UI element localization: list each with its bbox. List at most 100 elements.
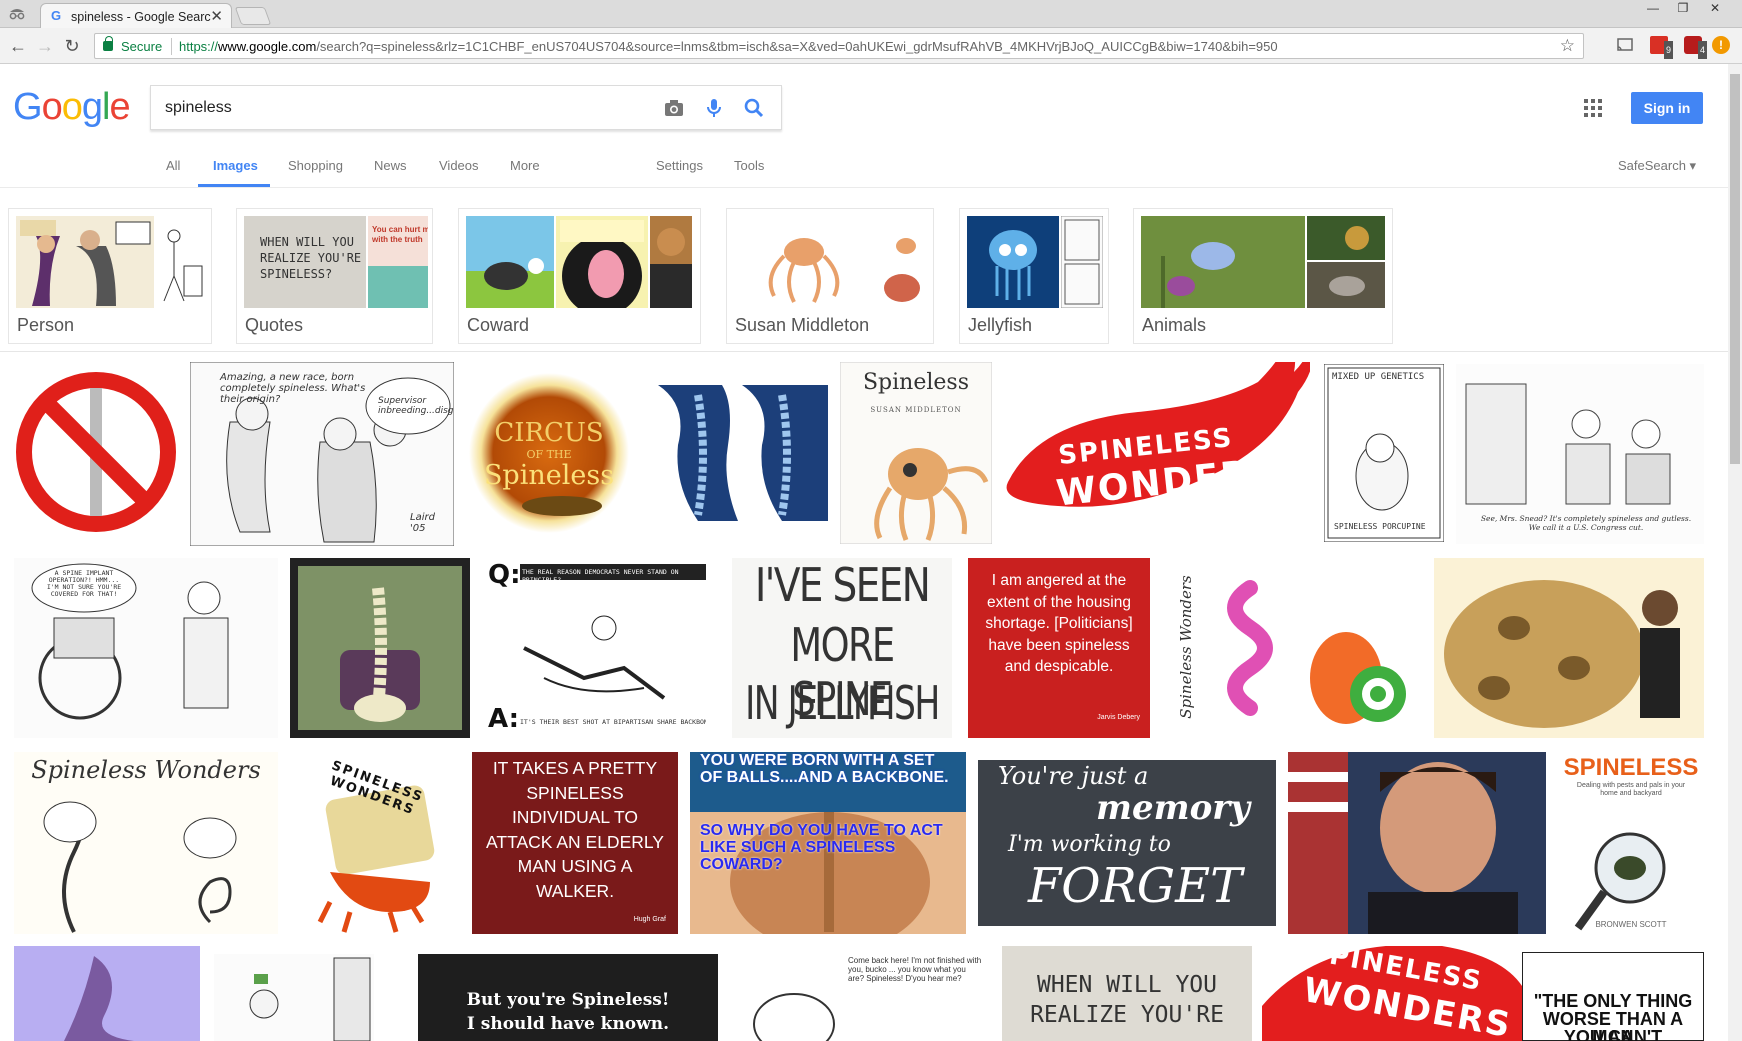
result-image-qa-cartoon[interactable]: Q: THE REAL REASON DEMOCRATS NEVER STAND… <box>484 558 710 738</box>
camera-icon[interactable] <box>663 97 685 119</box>
result-image-attack-elderly-quote[interactable]: IT TAKES A PRETTY SPINELESS INDIVIDUAL T… <box>472 752 678 934</box>
chip-label: Animals <box>1142 315 1207 335</box>
url-text[interactable]: https://www.google.com/search?q=spineles… <box>179 39 1549 54</box>
browser-tab-bar: G spineless - Google Search ✕ — ❐ ✕ <box>0 0 1742 29</box>
scrollbar-thumb[interactable] <box>1730 74 1740 464</box>
tab-news[interactable]: News <box>374 158 407 173</box>
extension-shield-icon[interactable]: 4 <box>1684 36 1707 59</box>
result-image-circus-of-the-spineless[interactable]: CIRCUS OF THE Spineless <box>466 370 632 536</box>
bronwen-subtitle: Dealing with pests and pals in your home… <box>1576 782 1686 797</box>
bronwen-author: BRONWEN SCOTT <box>1595 920 1667 929</box>
related-chip-quotes[interactable]: WHEN WILL YOU REALIZE YOU'RE SPINELESS? Yo… <box>236 208 433 344</box>
result-image-only-thing-worse[interactable]: "THE ONLY THING WORSE THAN A MAN YOU CAN… <box>1522 952 1704 1041</box>
url-path: /search?q=spineless&rlz=1C1CHBF_enUS704U… <box>316 39 1278 54</box>
browser-tab[interactable]: G spineless - Google Search ✕ <box>40 3 232 29</box>
chip-thumbnail: You can hurt mewith the truth <box>368 216 428 308</box>
chip-label: Person <box>17 315 75 335</box>
chip-label: Coward <box>467 315 530 335</box>
chip-thumbnail <box>466 216 554 308</box>
close-window-button[interactable]: ✕ <box>1700 0 1730 18</box>
related-chip-susan-middleton[interactable]: Susan Middleton <box>726 208 934 344</box>
search-input[interactable] <box>165 97 645 119</box>
result-image-spineless-wonders-slug[interactable]: SPINELESS WONDERS <box>1004 362 1310 544</box>
result-image-spineless-wonders-hermit-crab[interactable]: SPINELESS WONDERS <box>290 752 460 934</box>
result-image-spineless-bronwen-scott[interactable]: SPINELESS Dealing with pests and pals in… <box>1558 752 1704 934</box>
tab-settings[interactable]: Settings <box>656 158 703 173</box>
book-author: SUSAN MIDDLETON <box>870 406 962 414</box>
warning-icon[interactable]: ! <box>1712 36 1730 54</box>
result-image-mixed-up-genetics[interactable]: MIXED UP GENETICS SPINELESS PORCUPINE <box>1324 364 1444 542</box>
bookmark-star-icon[interactable]: ☆ <box>1560 36 1575 56</box>
tab-videos[interactable]: Videos <box>439 158 479 173</box>
related-chip-coward[interactable]: Coward <box>458 208 701 344</box>
chip-thumbnail <box>967 216 1059 308</box>
sign-in-button[interactable]: Sign in <box>1631 92 1703 124</box>
address-bar[interactable]: Secure https://www.google.com/search?q=s… <box>94 33 1584 59</box>
tab-shopping[interactable]: Shopping <box>288 158 343 173</box>
elderly-quote-author: Hugh Graf <box>633 916 666 923</box>
url-host: www.google.com <box>218 39 317 54</box>
worm-title: Spineless Wonders <box>31 756 261 784</box>
result-image-cartoon-new-race[interactable]: Amazing, a new race, born completely spi… <box>190 362 454 546</box>
search-nav: All Images Shopping News Videos More Set… <box>0 150 1742 188</box>
result-image-seen-more-spine-in-jellyfish[interactable]: I'VE SEEN MORE SPINE IN JELLYFISH <box>732 558 952 738</box>
result-image-spine-implant-cartoon[interactable]: A SPINE IMPLANT OPERATION?! HMM... I'M N… <box>14 558 278 738</box>
result-image-congress-cut[interactable]: See, Mrs. Snead? It's completely spinele… <box>1456 364 1704 544</box>
when-line-1: WHEN WILL YOU <box>1036 972 1217 998</box>
result-image-quote-housing[interactable]: I am angered at the extent of the housin… <box>968 558 1150 738</box>
result-image-jellyfish-shouting[interactable]: Come back here! I'm not finished with yo… <box>730 954 986 1041</box>
new-tab-button[interactable] <box>234 7 272 25</box>
extension-calendar-icon[interactable]: 9 <box>1650 36 1673 59</box>
result-image-no-spine[interactable] <box>14 370 178 534</box>
microphone-icon[interactable] <box>703 97 725 119</box>
result-image-spineless-wonders-worm[interactable]: Spineless Wonders <box>14 752 278 934</box>
restore-button[interactable]: ❐ <box>1668 0 1698 18</box>
memory-line-1: You're just a <box>998 762 1149 790</box>
search-icon[interactable] <box>743 97 765 119</box>
result-image-spineless-wonders-red-2[interactable]: SPINELESS WONDERS <box>1262 946 1524 1041</box>
apps-grid-icon[interactable] <box>1584 99 1602 117</box>
minimize-button[interactable]: — <box>1638 0 1668 18</box>
result-image-purple-figure[interactable] <box>14 946 200 1041</box>
cast-icon[interactable] <box>1616 36 1634 54</box>
tab-all[interactable]: All <box>166 158 180 173</box>
housing-quote-author: Jarvis Debery <box>1097 714 1140 721</box>
jellyfish-line-3: IN JELLYFISH <box>745 676 940 730</box>
result-image-spine-xray[interactable] <box>652 385 828 521</box>
reload-icon[interactable]: ↻ <box>60 34 84 58</box>
close-tab-icon[interactable]: ✕ <box>210 7 223 25</box>
book-title: Spineless <box>862 370 969 395</box>
incognito-icon <box>9 9 25 20</box>
logo-letter: o <box>41 86 63 128</box>
extension-badge-2: 4 <box>1697 41 1707 59</box>
forward-arrow-icon[interactable]: → <box>33 34 57 58</box>
chip-thumbnail: WHEN WILL YOU REALIZE YOU'RE SPINELESS? <box>244 216 366 308</box>
result-image-politician-portrait[interactable] <box>1288 752 1546 934</box>
back-arrow-icon[interactable]: ← <box>6 34 30 58</box>
page-scrollbar[interactable] <box>1728 64 1742 1041</box>
result-image-spineless-wonders-drawing[interactable]: Spineless Wonders <box>1164 558 1420 738</box>
tab-tools[interactable]: Tools <box>734 158 764 173</box>
result-image-when-will-you-realize[interactable]: WHEN WILL YOU REALIZE YOU'RE <box>1002 946 1252 1041</box>
tab-more[interactable]: More <box>510 158 540 173</box>
result-image-bugs-cartoon[interactable] <box>1434 558 1704 738</box>
secure-label: Secure <box>121 39 163 54</box>
address-separator <box>171 38 172 55</box>
chips-divider <box>0 351 1742 352</box>
result-image-spineless-book[interactable]: Spineless SUSAN MIDDLETON <box>840 362 992 544</box>
result-image-born-with-backbone[interactable]: YOU WERE BORN WITH A SET OF BALLS....AND… <box>690 752 966 934</box>
google-logo[interactable]: Google <box>13 86 131 129</box>
result-image-spine-model-chair[interactable] <box>290 558 470 738</box>
result-image-door-cartoon[interactable] <box>214 954 374 1041</box>
related-chip-animals[interactable]: Animals <box>1133 208 1393 344</box>
circus-title-line-1: CIRCUS <box>494 418 604 448</box>
circus-title-line-3: Spineless <box>483 460 615 491</box>
result-image-memory-forget[interactable]: You're just a memory I'm working to FORG… <box>978 760 1276 926</box>
related-chip-jellyfish[interactable]: Jellyfish <box>959 208 1109 344</box>
chip-images: WHEN WILL YOU REALIZE YOU'RE SPINELESS? Yo… <box>244 216 428 308</box>
q-label: Q: <box>488 560 521 590</box>
result-image-but-youre-spineless[interactable]: But you're Spineless! I should have know… <box>418 954 718 1041</box>
tab-images[interactable]: Images <box>213 158 258 173</box>
related-chip-person[interactable]: Person <box>8 208 212 344</box>
safesearch-dropdown[interactable]: SafeSearch ▾ <box>1618 158 1696 174</box>
